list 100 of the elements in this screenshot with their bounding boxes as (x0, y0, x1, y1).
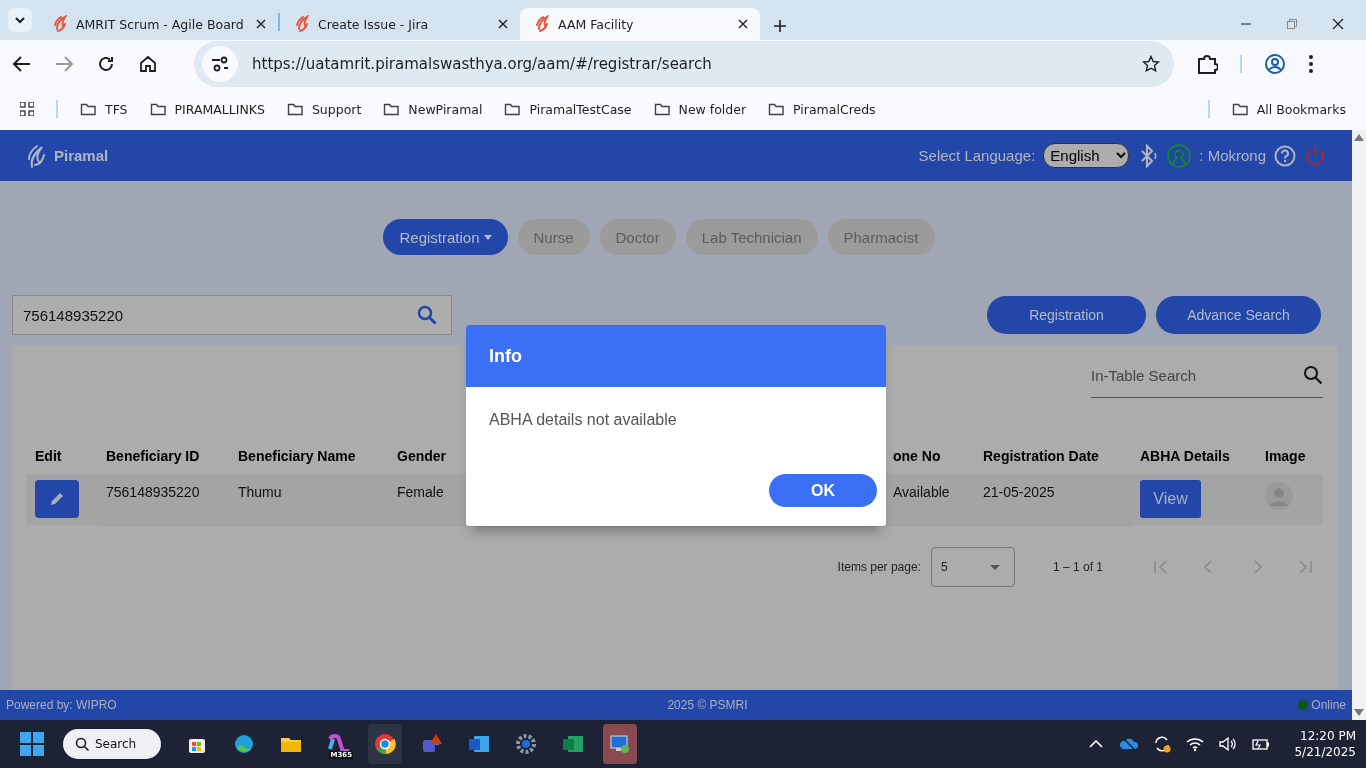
reload-icon[interactable] (96, 54, 116, 74)
flame-logo-icon (534, 15, 550, 33)
action-button[interactable]: Advance Search (1156, 296, 1321, 334)
folder-icon (504, 101, 522, 117)
bookmark[interactable]: PIRAMALLINKS (149, 101, 265, 117)
page-size-select[interactable]: 5 (930, 547, 1015, 587)
connection-status: Online (1311, 698, 1346, 712)
language-label: Select Language: (918, 147, 1036, 164)
items-per-page-label: Items per page: (837, 560, 921, 574)
user-avatar-icon (1167, 143, 1192, 168)
dropdown-arrow-icon (989, 564, 1000, 570)
all-bookmarks-button[interactable]: All Bookmarks (1231, 101, 1346, 117)
column-header: Edit (34, 448, 63, 466)
scroll-down-icon (1354, 709, 1364, 716)
taskbar-search[interactable]: Search (63, 729, 161, 759)
footer-copyright: 2025 © PSMRI (667, 698, 748, 712)
table-cell: Female (397, 484, 444, 500)
folder-icon (1231, 101, 1249, 117)
flame-logo-icon (52, 15, 68, 33)
restore-icon[interactable] (1286, 18, 1298, 30)
word-icon[interactable] (468, 733, 490, 755)
browser-tab[interactable]: AAM Facility (520, 8, 760, 40)
folder-icon (653, 101, 671, 117)
footer-credit: Powered by: WIPRO (6, 698, 117, 712)
role-tab[interactable]: Registration (383, 219, 508, 255)
teams-alert-icon[interactable] (421, 733, 443, 755)
folder-icon (80, 101, 97, 117)
back-arrow-icon[interactable] (12, 54, 32, 74)
action-button[interactable]: Registration (987, 296, 1146, 334)
table-cell: 756148935220 (106, 484, 200, 500)
windows-start-icon[interactable] (20, 732, 44, 756)
folder-icon (768, 101, 786, 117)
dialog-title: Info (466, 325, 886, 387)
column-header: Registration Date (982, 448, 1100, 466)
speaker-icon[interactable] (1218, 734, 1239, 754)
system-clock[interactable]: 12:20 PM 5/21/2025 (1294, 727, 1356, 761)
site-info-button[interactable] (202, 46, 238, 82)
browser-tab[interactable]: AMRIT Scrum - Agile Board (38, 8, 278, 40)
more-menu-icon[interactable] (1308, 54, 1314, 74)
chrome-icon[interactable] (374, 733, 396, 755)
column-header: Beneficiary Name (237, 448, 357, 466)
column-header: Gender (396, 448, 447, 466)
gear-icon[interactable] (515, 733, 537, 755)
new-tab-icon[interactable] (774, 20, 786, 32)
app-logo: Piramal (26, 142, 109, 169)
home-icon[interactable] (138, 54, 158, 74)
bookmark[interactable]: PiramalTestCase (504, 101, 632, 117)
chevron-down-icon (14, 14, 26, 26)
column-header: one No (892, 448, 942, 466)
excel-icon[interactable] (562, 733, 584, 755)
browser-tab[interactable]: Create Issue - Jira (280, 8, 520, 40)
sync-icon[interactable] (1152, 734, 1173, 754)
remote-desktop-icon[interactable] (609, 733, 631, 755)
user-name: : Mokrong (1199, 147, 1266, 164)
search-icon (75, 737, 89, 751)
search-icon (417, 305, 437, 325)
folder-icon (286, 101, 304, 117)
table-cell: Available (893, 484, 950, 500)
table-search-field[interactable]: In-Table Search (1091, 353, 1323, 398)
language-select[interactable]: English (1043, 143, 1130, 168)
close-icon[interactable] (498, 19, 508, 29)
sliders-icon (211, 56, 229, 72)
folder-icon (383, 101, 401, 117)
puzzle-icon[interactable] (1196, 53, 1218, 75)
tab-list-button[interactable] (8, 8, 32, 32)
dialog-message: ABHA details not available (488, 410, 678, 429)
column-header: Image (1264, 448, 1307, 466)
pencil-icon (48, 490, 66, 508)
close-icon[interactable] (1332, 18, 1344, 30)
avatar-placeholder-icon (1265, 482, 1293, 510)
status-dot-icon (1298, 700, 1309, 710)
ok-button[interactable]: OK (769, 474, 877, 507)
flame-logo-icon (294, 15, 310, 33)
bookmark[interactable]: TFS (80, 101, 128, 117)
star-icon[interactable] (1142, 55, 1160, 73)
bookmark[interactable]: NewPiramal (383, 101, 483, 117)
bookmark[interactable]: New folder (653, 101, 747, 117)
edit-button[interactable] (35, 480, 79, 518)
edge-browser-icon[interactable] (233, 733, 255, 755)
apps-grid-icon[interactable] (20, 102, 34, 116)
scroll-up-icon (1354, 134, 1364, 141)
profile-icon[interactable] (1264, 53, 1286, 75)
close-icon[interactable] (738, 19, 748, 29)
help-icon[interactable] (1274, 144, 1296, 167)
chevron-down-icon (1115, 151, 1126, 160)
bookmark[interactable]: Support (286, 101, 362, 117)
flame-logo-icon (26, 142, 48, 169)
scrollbar[interactable] (1352, 130, 1366, 720)
caret-icon (483, 234, 492, 240)
forward-arrow-icon[interactable] (54, 54, 74, 74)
folder-icon (149, 101, 167, 117)
table-cell: Thumu (238, 484, 282, 500)
view-button[interactable]: View (1140, 480, 1201, 518)
bookmark[interactable]: PiramalCreds (768, 101, 876, 117)
table-cell: 21-05-2025 (983, 484, 1055, 500)
page-range: 1 – 1 of 1 (1052, 560, 1103, 574)
close-icon[interactable] (256, 19, 266, 29)
column-header: Beneficiary ID (105, 448, 201, 466)
search-field[interactable]: 756148935220 (12, 295, 452, 335)
column-header: ABHA Details (1139, 448, 1231, 466)
